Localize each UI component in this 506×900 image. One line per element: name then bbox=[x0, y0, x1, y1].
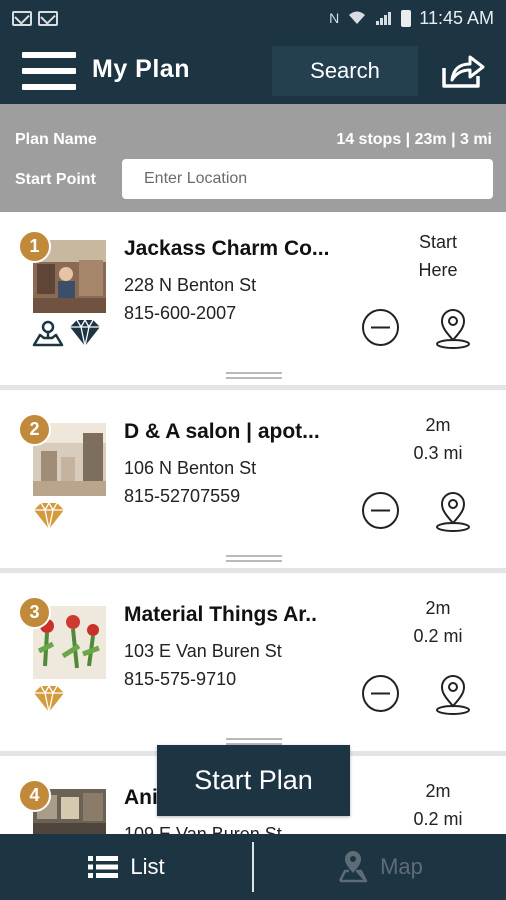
menu-icon[interactable] bbox=[22, 52, 76, 90]
gold-diamond-icon bbox=[34, 501, 64, 530]
stop-card[interactable]: 2 D & A salon | apot... 106 N Benton St … bbox=[0, 395, 506, 573]
plan-header: Plan Name 14 stops | 23m | 3 mi Start Po… bbox=[0, 104, 506, 212]
stop-card[interactable]: 1 Jackass Charm Co... 228 N Benton St 81… bbox=[0, 212, 506, 390]
mail-notification-icon bbox=[12, 10, 32, 26]
stop-eta: 2m 0.2 mi bbox=[398, 777, 478, 833]
nfc-icon: N bbox=[329, 10, 340, 26]
battery-icon bbox=[401, 9, 412, 27]
tab-list-label: List bbox=[130, 854, 165, 879]
tab-list[interactable]: List bbox=[0, 834, 253, 900]
stop-list[interactable]: 1 Jackass Charm Co... 228 N Benton St 81… bbox=[0, 212, 506, 834]
gold-diamond-icon bbox=[34, 684, 64, 713]
stop-eta-line2: 0.3 mi bbox=[413, 443, 463, 463]
tab-map[interactable]: Map bbox=[255, 834, 506, 900]
map-pin-icon bbox=[338, 851, 368, 883]
drag-handle[interactable] bbox=[226, 555, 282, 563]
stop-phone[interactable]: 815-575-9710 bbox=[124, 669, 236, 690]
stop-eta: 2m 0.2 mi bbox=[398, 594, 478, 650]
location-pin-icon[interactable] bbox=[432, 674, 474, 716]
stop-number-badge: 3 bbox=[18, 596, 51, 629]
stop-eta-line2: 0.2 mi bbox=[413, 626, 463, 646]
stop-eta-line1: 2m bbox=[425, 415, 451, 435]
stop-title[interactable]: Jackass Charm Co... bbox=[124, 237, 329, 261]
stop-number-badge: 4 bbox=[18, 779, 51, 812]
start-point-label: Start Point bbox=[15, 171, 96, 188]
remove-stop-icon[interactable] bbox=[361, 674, 400, 713]
stop-eta: Start Here bbox=[398, 228, 478, 284]
tab-divider bbox=[252, 842, 254, 892]
share-icon[interactable] bbox=[440, 52, 486, 90]
tab-map-label: Map bbox=[380, 854, 423, 879]
stop-number-badge: 1 bbox=[18, 230, 51, 263]
drag-handle[interactable] bbox=[226, 372, 282, 380]
status-bar: N 11:45 AM bbox=[0, 0, 506, 36]
start-location-input[interactable] bbox=[122, 159, 493, 199]
remove-stop-icon[interactable] bbox=[361, 308, 400, 347]
stop-eta-line1: 2m bbox=[425, 781, 451, 801]
stop-phone[interactable]: 815-52707559 bbox=[124, 486, 240, 507]
stop-card[interactable]: 3 Material Things Ar.. 103 E Van Buren S… bbox=[0, 578, 506, 756]
list-icon bbox=[88, 856, 119, 878]
stop-eta-line2: Here bbox=[418, 260, 458, 280]
search-button[interactable]: Search bbox=[272, 46, 418, 96]
plan-summary: 14 stops | 23m | 3 mi bbox=[336, 131, 492, 148]
page-title: My Plan bbox=[92, 55, 190, 83]
stop-eta-line1: Start bbox=[418, 232, 457, 252]
stop-address: 228 N Benton St bbox=[124, 275, 257, 295]
mail-notification-icon bbox=[38, 10, 58, 26]
remove-stop-icon[interactable] bbox=[361, 491, 400, 530]
stop-address: 103 E Van Buren St bbox=[124, 641, 282, 661]
app-bar: My Plan Search bbox=[0, 36, 506, 104]
status-time: 11:45 AM bbox=[419, 7, 494, 28]
stop-address: 106 N Benton St bbox=[124, 458, 257, 478]
signal-icon bbox=[376, 12, 392, 25]
stop-number-badge: 2 bbox=[18, 413, 51, 446]
stop-address: 109 E Van Buren St bbox=[124, 824, 282, 834]
stop-eta-line2: 0.2 mi bbox=[413, 809, 463, 829]
stop-title[interactable]: D & A salon | apot... bbox=[124, 420, 320, 444]
bottom-nav: List Map bbox=[0, 834, 506, 900]
start-plan-button[interactable]: Start Plan bbox=[157, 745, 350, 816]
diamond-icon bbox=[70, 318, 100, 347]
map-person-icon bbox=[32, 320, 64, 347]
stop-title[interactable]: Ani bbox=[124, 786, 158, 810]
stop-phone[interactable]: 815-600-2007 bbox=[124, 303, 236, 324]
location-pin-icon[interactable] bbox=[432, 491, 474, 533]
stop-eta-line1: 2m bbox=[425, 598, 451, 618]
stop-title[interactable]: Material Things Ar.. bbox=[124, 603, 317, 627]
stop-eta: 2m 0.3 mi bbox=[398, 411, 478, 467]
wifi-icon bbox=[349, 11, 366, 24]
plan-name-label[interactable]: Plan Name bbox=[15, 131, 97, 149]
location-pin-icon[interactable] bbox=[432, 308, 474, 350]
